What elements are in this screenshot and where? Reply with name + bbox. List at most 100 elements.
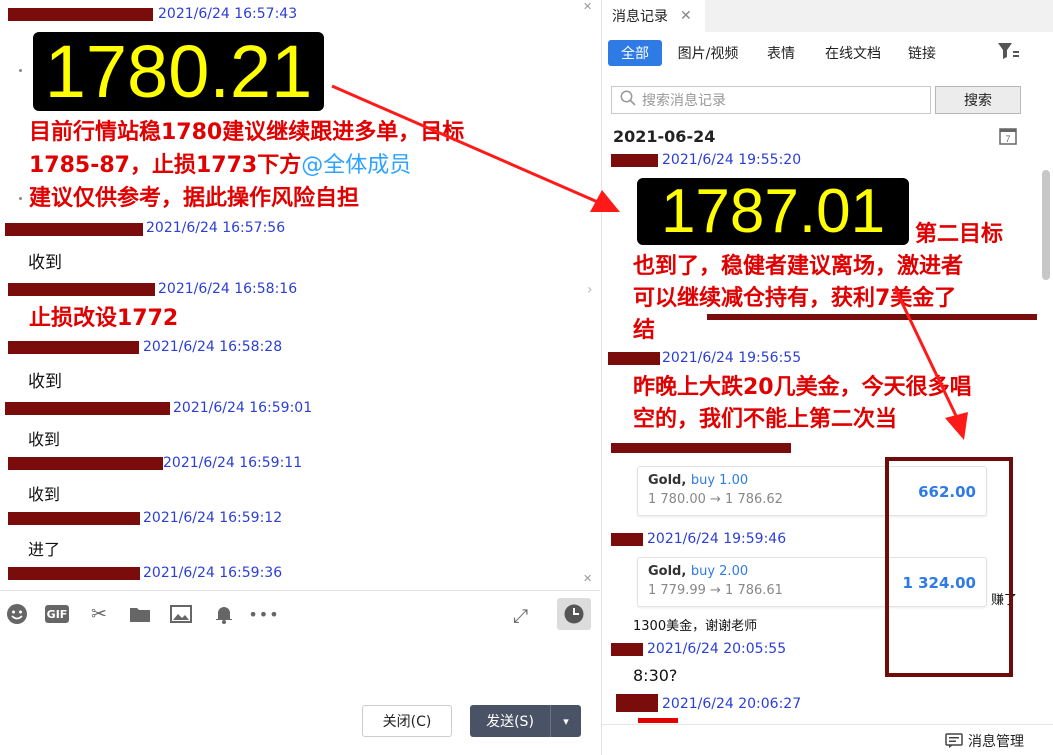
filter-docs[interactable]: 在线文档	[818, 40, 888, 66]
tab-message-history[interactable]: 消息记录 ✕	[602, 0, 705, 32]
cut-off-text	[638, 718, 678, 723]
message-timestamp: 2021/6/24 20:05:55	[647, 641, 787, 657]
trade-side: buy 2.00	[690, 564, 749, 579]
filter-stickers[interactable]: 表情	[760, 40, 802, 66]
message-text: 收到	[28, 253, 62, 273]
signal-line-3: 建议仅供参考，据此操作风险自担	[29, 186, 360, 211]
sender-name-redacted	[8, 283, 155, 296]
filter-media[interactable]: 图片/视频	[672, 40, 744, 66]
scrollbar[interactable]	[1042, 170, 1050, 280]
gif-icon[interactable]: GIF	[45, 605, 69, 623]
trade-title: Gold, buy 2.00	[648, 564, 748, 579]
trade-prices: 1 779.99 → 1 786.61	[648, 583, 783, 598]
price-value: 1780.21	[44, 30, 313, 113]
signal-line-1: 目前行情站稳1780建议继续跟进多单，目标	[29, 120, 465, 145]
sender-name-redacted	[611, 443, 791, 453]
message-timestamp: 2021/6/24 16:59:11	[163, 455, 303, 471]
sender-name-redacted	[8, 512, 140, 525]
sender-name-redacted	[8, 457, 163, 470]
sender-name-redacted	[611, 533, 643, 546]
sender-name-redacted	[611, 154, 658, 167]
date-header: 2021-06-24	[613, 127, 716, 146]
image-icon[interactable]	[168, 601, 194, 627]
search-button[interactable]: 搜索	[935, 86, 1021, 114]
emoji-icon[interactable]	[4, 601, 30, 627]
message-manager-label: 消息管理	[968, 734, 1024, 750]
thanks-text: 1300美金，谢谢老师	[633, 619, 758, 634]
chevron-right-icon[interactable]: ›	[587, 282, 593, 298]
bullet	[19, 197, 22, 200]
trade-prices: 1 780.00 → 1 786.62	[648, 492, 783, 507]
signal-line-2: 1785-87，止损1773下方@全体成员	[29, 151, 411, 181]
drop-line-1: 昨晚上大跌20几美金，今天很多唱	[633, 375, 972, 400]
message-text: 收到	[28, 372, 62, 392]
close-button[interactable]: 关闭(C)	[362, 705, 452, 737]
trade-symbol: Gold,	[648, 473, 687, 488]
mention-all[interactable]: @全体成员	[301, 153, 411, 178]
signal-line-2-text: 1785-87，止损1773下方	[29, 153, 302, 178]
sender-name-redacted	[8, 8, 153, 21]
message-timestamp: 2021/6/24 16:57:56	[146, 220, 286, 236]
sender-name-redacted	[608, 352, 660, 365]
search-input[interactable]: 搜索消息记录	[611, 86, 931, 114]
message-manager-button[interactable]: 消息管理	[945, 731, 1024, 751]
collapse-icon[interactable]: ✕	[583, 572, 592, 585]
trade-title: Gold, buy 1.00	[648, 473, 748, 488]
footer-divider	[602, 724, 1053, 725]
message-text: 收到	[28, 485, 61, 504]
message-list[interactable]: ✕ 2021/6/24 16:57:43 1780.21 目前行情站稳1780建…	[0, 0, 600, 590]
message-text: 8:30?	[633, 666, 678, 685]
message-timestamp: 2021/6/24 19:55:20	[662, 152, 802, 168]
expand-icon[interactable]: ⤢	[513, 605, 528, 627]
close-icon[interactable]: ✕	[680, 8, 692, 24]
sender-name-redacted	[8, 341, 139, 354]
tab-bar: 消息记录 ✕	[602, 0, 1053, 32]
trade-symbol: Gold,	[648, 564, 687, 579]
target-line-1: 第二目标	[915, 222, 1004, 247]
send-options-dropdown[interactable]: ▾	[550, 705, 581, 737]
price-value: 1787.01	[660, 177, 886, 246]
folder-icon[interactable]	[127, 601, 153, 627]
message-timestamp: 2021/6/24 16:57:43	[158, 6, 298, 22]
target-line-3: 可以继续减仓持有，获利7美金了	[633, 286, 957, 311]
target-line-2: 也到了，稳健者建议离场，激进者	[633, 254, 964, 279]
calendar-icon[interactable]: 7	[999, 127, 1017, 145]
history-pane: 消息记录 ✕ 全部 图片/视频 表情 在线文档 链接 搜索消息记录 搜索 202…	[601, 0, 1053, 755]
sender-name-redacted	[611, 643, 643, 656]
message-text: 止损改设1772	[29, 306, 179, 331]
message-timestamp: 2021/6/24 19:59:46	[647, 531, 787, 547]
message-timestamp: 2021/6/24 16:58:28	[143, 339, 283, 355]
tab-label: 消息记录	[612, 9, 668, 25]
message-timestamp: 2021/6/24 20:06:27	[662, 696, 802, 712]
message-timestamp: 2021/6/24 19:56:55	[662, 350, 802, 366]
bell-icon[interactable]	[211, 601, 237, 627]
message-timestamp: 2021/6/24 16:59:01	[173, 400, 313, 416]
target-line-4: 结	[633, 318, 656, 343]
sender-name-redacted	[5, 223, 143, 236]
chat-window: ✕ 2021/6/24 16:57:43 1780.21 目前行情站稳1780建…	[0, 0, 1053, 755]
sender-name-redacted	[5, 402, 170, 415]
filter-all[interactable]: 全部	[608, 40, 662, 66]
message-timestamp: 2021/6/24 16:58:16	[158, 281, 298, 297]
trade-side: buy 1.00	[690, 473, 749, 488]
message-text: 收到	[28, 430, 61, 449]
scissors-icon[interactable]: ✂	[86, 601, 112, 627]
chevron-down-icon: ▾	[563, 714, 569, 728]
message-text: 进了	[28, 540, 61, 559]
sender-name-redacted	[8, 567, 140, 580]
svg-text:7: 7	[1005, 134, 1010, 144]
send-button[interactable]: 发送(S)	[470, 705, 550, 737]
bullet	[19, 69, 22, 72]
filter-icon[interactable]	[997, 42, 1019, 65]
message-timestamp: 2021/6/24 16:59:36	[143, 565, 283, 581]
message-timestamp: 2021/6/24 16:59:12	[143, 510, 283, 526]
underline-mark	[707, 314, 1037, 320]
history-button[interactable]	[557, 598, 591, 630]
filter-links[interactable]: 链接	[902, 40, 942, 66]
price-screenshot[interactable]: 1787.01	[637, 177, 909, 246]
message-manager-icon	[945, 733, 963, 748]
search-icon	[620, 90, 636, 106]
price-screenshot[interactable]: 1780.21	[33, 30, 324, 113]
close-icon[interactable]: ✕	[583, 0, 592, 13]
more-icon[interactable]: •••	[248, 601, 278, 627]
